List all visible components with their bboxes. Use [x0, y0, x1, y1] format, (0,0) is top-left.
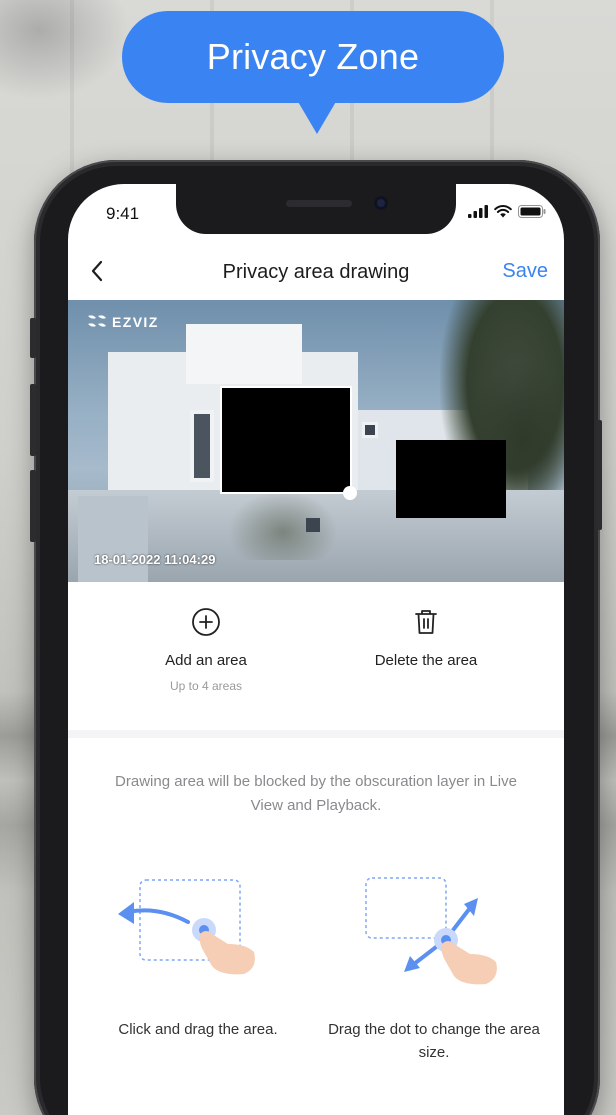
- wifi-icon: [494, 205, 512, 218]
- tip-resize-area-label: Drag the dot to change the area size.: [328, 1021, 540, 1061]
- phone-volume-down: [30, 470, 36, 542]
- privacy-mask[interactable]: [396, 440, 506, 518]
- status-time: 9:41: [106, 204, 140, 223]
- page-title: Privacy area drawing: [222, 261, 410, 283]
- live-window: [306, 518, 320, 532]
- battery-icon: [518, 205, 546, 218]
- save-button[interactable]: Save: [502, 260, 548, 283]
- add-area-button[interactable]: Add an area Up to 4 areas: [106, 606, 306, 693]
- front-camera: [374, 196, 388, 210]
- live-shrub: [228, 490, 338, 560]
- tip-drag-area-illustration: [88, 868, 308, 988]
- add-area-label: Add an area: [165, 652, 247, 669]
- privacy-zone-banner: Privacy Zone: [122, 11, 504, 103]
- live-window: [362, 422, 378, 438]
- live-window: [190, 410, 214, 482]
- trash-icon: [415, 610, 437, 634]
- live-house-upper: [186, 324, 302, 384]
- brand-watermark: EZVIZ: [86, 314, 159, 330]
- background-foliage: [0, 0, 130, 100]
- phone-volume-up: [30, 384, 36, 456]
- phone-screen: 9:41 Privacy area drawing Save EZVIZ 18-…: [68, 184, 564, 1115]
- delete-area-label: Delete the area: [374, 652, 478, 669]
- live-garage: [78, 496, 148, 582]
- resize-area-illustration: [365, 877, 497, 985]
- resize-handle[interactable]: [343, 486, 357, 500]
- nav-bar: Privacy area drawing Save: [68, 246, 564, 300]
- tip-resize-area-illustration: [324, 868, 544, 988]
- hint-text: Drawing area will be blocked by the obsc…: [115, 773, 517, 814]
- delete-area-button[interactable]: Delete the area: [326, 606, 526, 669]
- speaker: [286, 200, 352, 207]
- banner-title: Privacy Zone: [206, 36, 420, 77]
- brand-text: EZVIZ: [112, 314, 159, 330]
- phone-power-button: [596, 420, 602, 530]
- drag-area-illustration: [118, 879, 255, 975]
- phone-notch: [176, 184, 456, 234]
- arrow-icon: [126, 908, 190, 924]
- arrow-icon: [448, 906, 472, 936]
- tip-drag-area-label: Click and drag the area.: [118, 1021, 278, 1038]
- video-timestamp: 18-01-2022 11:04:29: [94, 552, 216, 567]
- signal-icon: [468, 205, 488, 218]
- tip-drag-area: Click and drag the area.: [88, 868, 308, 1041]
- live-view[interactable]: EZVIZ 18-01-2022 11:04:29: [68, 300, 564, 582]
- privacy-mask-selected[interactable]: [220, 386, 352, 494]
- banner-tail: [297, 100, 337, 134]
- tip-resize-area: Drag the dot to change the area size.: [324, 868, 544, 1064]
- ezviz-logo-icon: [88, 315, 106, 327]
- hand-pointer-icon: [199, 931, 255, 975]
- phone-mute-switch: [30, 318, 36, 358]
- plus-circle-icon: [192, 608, 220, 636]
- status-icons: [468, 205, 546, 218]
- section-divider: [68, 730, 564, 738]
- action-panel: Add an area Up to 4 areas Delete the are…: [68, 582, 564, 730]
- hand-pointer-icon: [441, 941, 497, 985]
- add-area-limit: Up to 4 areas: [169, 679, 243, 693]
